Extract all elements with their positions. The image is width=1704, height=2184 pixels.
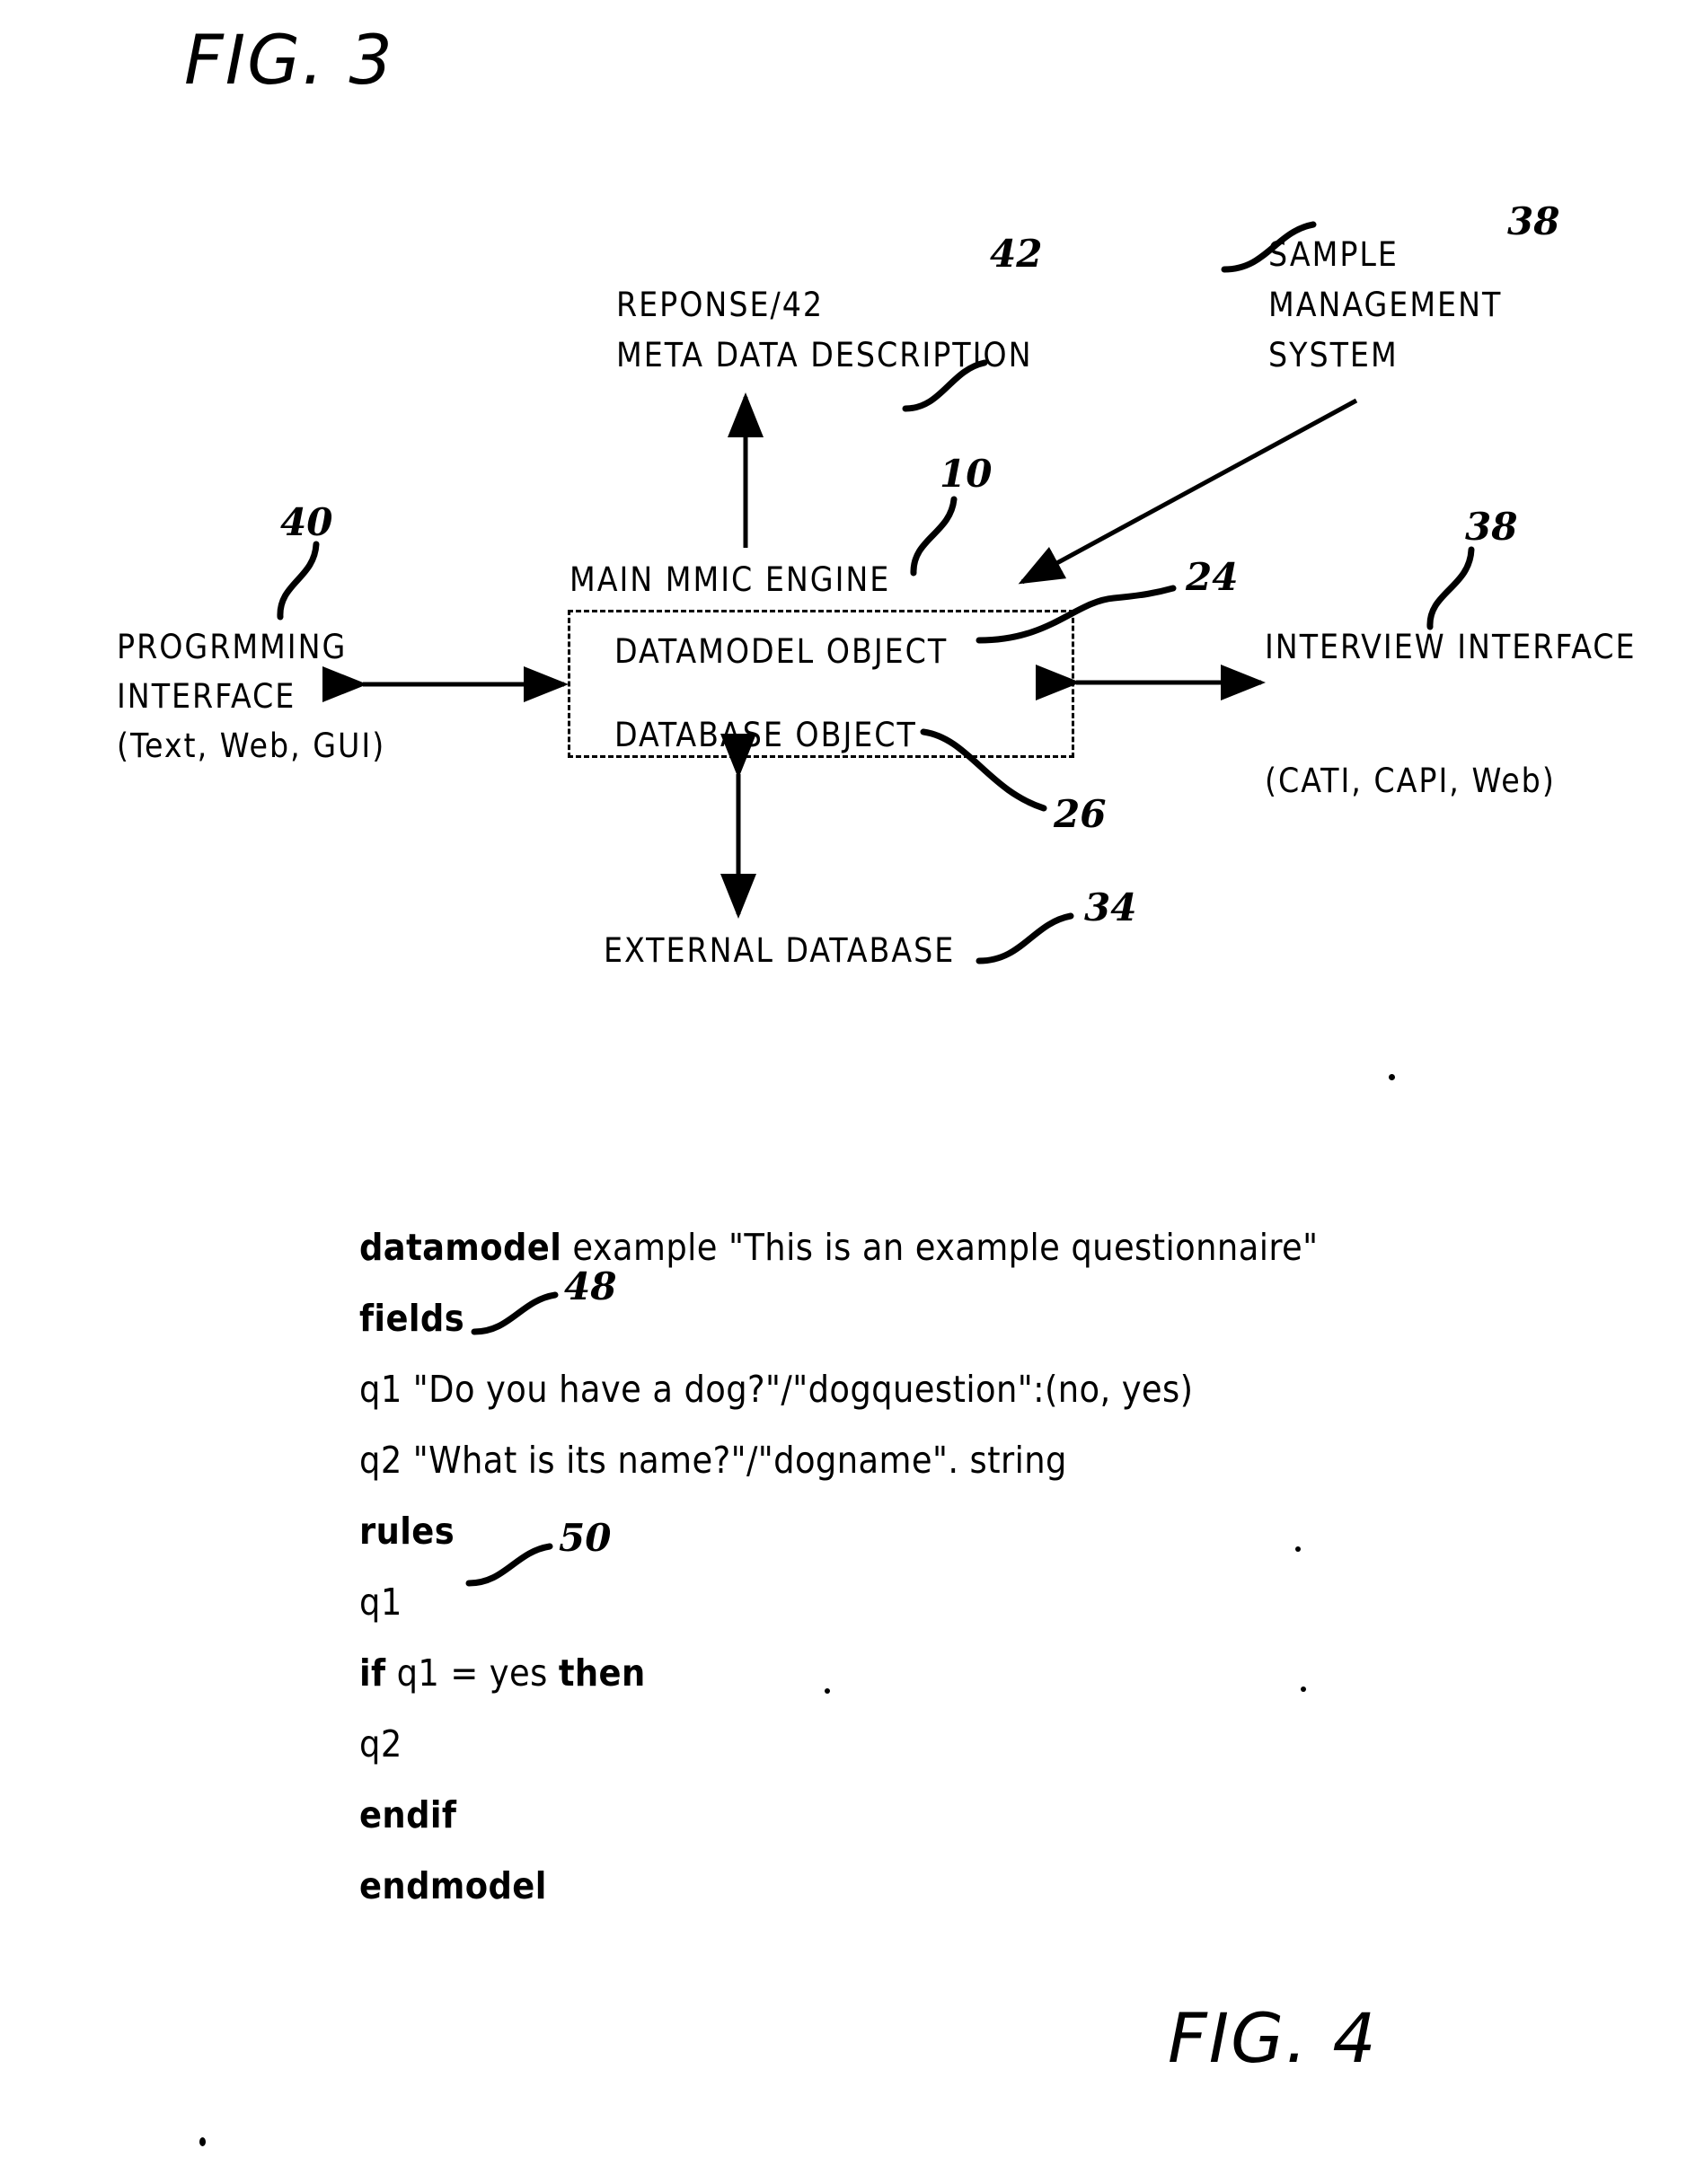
node-label-programming-interface-line3: (Text, Web, GUI) xyxy=(117,727,386,765)
code-line: fields xyxy=(359,1283,1437,1354)
code-segment: then xyxy=(558,1651,646,1695)
code-line: q2 xyxy=(359,1709,1437,1780)
code-line: rules xyxy=(359,1496,1437,1567)
code-line: endmodel xyxy=(359,1851,1437,1922)
reference-numeral-48: 48 xyxy=(564,1264,617,1308)
code-segment: fields xyxy=(359,1297,465,1340)
reference-numeral-10: 10 xyxy=(940,452,993,496)
node-label-datamodel-object: DATAMODEL OBJECT xyxy=(614,632,949,671)
node-label-programming-interface-line1: PROGRMMING xyxy=(117,628,348,666)
leader-line-38-interview xyxy=(1426,546,1475,630)
code-line: datamodel example "This is an example qu… xyxy=(359,1212,1437,1283)
node-label-response-meta-line2: META DATA DESCRIPTION xyxy=(616,336,1033,374)
figure-3-title: FIG. 3 xyxy=(184,20,394,100)
code-segment: endif xyxy=(359,1793,457,1836)
code-line: q2 "What is its name?"/"dogname". string xyxy=(359,1425,1437,1496)
node-label-external-database: EXTERNAL DATABASE xyxy=(604,931,956,970)
code-segment: if xyxy=(359,1651,386,1695)
code-line: q1 "Do you have a dog?"/"dogquestion":(n… xyxy=(359,1354,1437,1425)
patent-figure-sheet: FIG. 3 REPONSE/42 META DATA DESCRIPTION … xyxy=(0,0,1704,2184)
code-line: endif xyxy=(359,1780,1437,1851)
node-label-interview-interface-line1: INTERVIEW INTERFACE xyxy=(1265,628,1637,666)
scan-speck xyxy=(199,2137,206,2146)
code-segment: example "This is an example questionnair… xyxy=(561,1226,1319,1269)
scan-speck xyxy=(825,1688,830,1694)
reference-numeral-42: 42 xyxy=(990,232,1043,276)
code-segment: endmodel xyxy=(359,1864,547,1907)
code-segment: datamodel xyxy=(359,1226,562,1269)
node-label-sample-management-line1: SAMPLE xyxy=(1268,235,1399,274)
code-segment: q2 xyxy=(359,1722,402,1766)
code-segment: q1 "Do you have a dog?"/"dogquestion":(n… xyxy=(359,1368,1194,1411)
reference-numeral-26: 26 xyxy=(1054,792,1107,836)
reference-numeral-50: 50 xyxy=(559,1516,612,1560)
code-segment: q2 "What is its name?"/"dogname". string xyxy=(359,1439,1067,1482)
node-label-sample-management-line2: MANAGEMENT xyxy=(1268,286,1503,324)
code-segment: q1 = yes xyxy=(385,1651,559,1695)
datamodel-code-listing: datamodel example "This is an example qu… xyxy=(359,1212,1437,1922)
leader-line-10 xyxy=(910,496,958,577)
node-label-response-meta-line1: REPONSE/42 xyxy=(616,286,825,324)
node-label-interview-interface-line2: (CATI, CAPI, Web) xyxy=(1265,762,1556,800)
code-segment: q1 xyxy=(359,1581,402,1624)
reference-numeral-38-sample: 38 xyxy=(1507,199,1560,243)
node-label-database-object: DATABASE OBJECT xyxy=(614,716,917,754)
scan-speck xyxy=(1301,1686,1306,1692)
reference-numeral-40: 40 xyxy=(280,500,333,544)
scan-speck xyxy=(1295,1546,1301,1552)
reference-numeral-38-interview: 38 xyxy=(1465,505,1518,549)
node-label-sample-management-line3: SYSTEM xyxy=(1268,336,1399,374)
code-line: if q1 = yes then xyxy=(359,1638,1437,1709)
figure-4-title: FIG. 4 xyxy=(1168,1998,1378,2078)
reference-numeral-24: 24 xyxy=(1186,555,1239,599)
node-label-main-mmic-engine: MAIN MMIC ENGINE xyxy=(569,560,891,599)
code-segment: rules xyxy=(359,1510,455,1553)
scan-speck xyxy=(1389,1074,1395,1080)
reference-numeral-34: 34 xyxy=(1084,885,1137,929)
node-label-programming-interface-line2: INTERFACE xyxy=(117,677,296,716)
code-line: q1 xyxy=(359,1567,1437,1638)
leader-line-34 xyxy=(976,912,1074,964)
leader-line-40 xyxy=(277,541,320,621)
